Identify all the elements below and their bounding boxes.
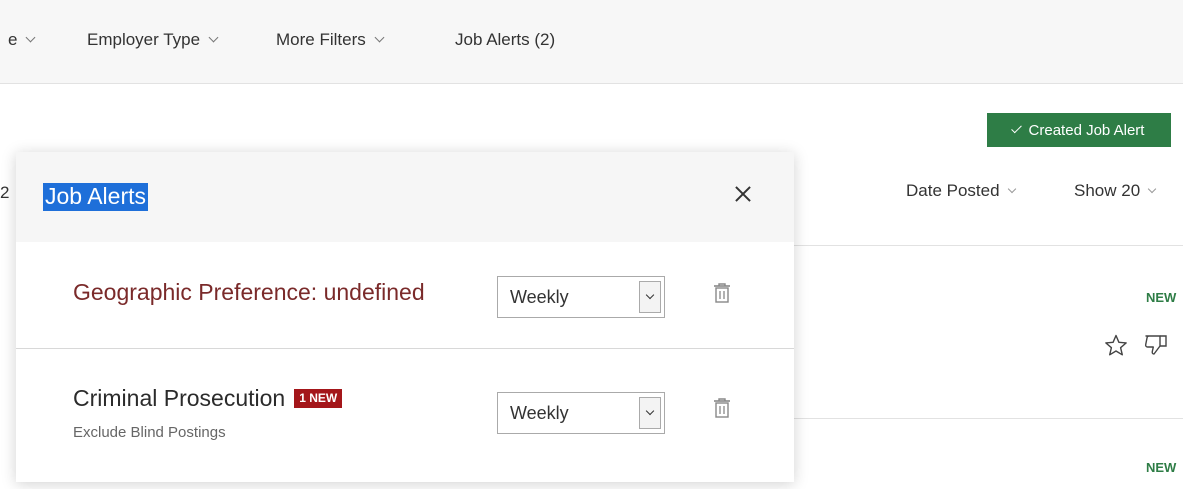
filter-partial-label: e	[8, 30, 18, 49]
chevron-down-icon	[1147, 184, 1157, 193]
filter-partial[interactable]: e	[8, 30, 36, 50]
frequency-select[interactable]: Weekly	[497, 276, 665, 318]
alert-row: Criminal Prosecution 1 NEW Exclude Blind…	[16, 349, 794, 489]
created-job-alert-label: Created Job Alert	[1028, 121, 1145, 139]
close-icon[interactable]	[732, 183, 754, 205]
sort-date-posted[interactable]: Date Posted	[906, 181, 1016, 201]
frequency-value: Weekly	[510, 287, 569, 307]
sort-date-posted-label: Date Posted	[906, 181, 1000, 200]
new-tag: NEW	[1146, 460, 1177, 475]
new-count-badge: 1 NEW	[294, 389, 343, 408]
trash-icon[interactable]	[712, 282, 732, 304]
job-alerts-tab-label: Job Alerts (2)	[455, 30, 556, 49]
filter-employer-type-label: Employer Type	[87, 30, 201, 49]
frequency-select[interactable]: Weekly	[497, 392, 665, 434]
trash-icon[interactable]	[712, 397, 732, 419]
filter-bar: e Employer Type More Filters Job Alerts …	[0, 0, 1183, 84]
show-count-label: Show 20	[1074, 181, 1141, 200]
chevron-down-icon	[639, 281, 661, 313]
alert-name-label: Geographic Preference: undefined	[73, 279, 425, 305]
alert-name-link[interactable]: Criminal Prosecution 1 NEW	[73, 385, 343, 412]
divider	[794, 418, 1183, 419]
alert-name-label: Criminal Prosecution	[73, 385, 286, 411]
modal-header: Job Alerts	[16, 152, 794, 242]
filter-employer-type[interactable]: Employer Type	[87, 30, 219, 50]
chevron-down-icon	[1007, 184, 1016, 193]
job-alerts-tab[interactable]: Job Alerts (2)	[455, 30, 555, 50]
show-count-select[interactable]: Show 20	[1074, 181, 1157, 201]
alert-subtext: Exclude Blind Postings	[73, 424, 226, 441]
created-job-alert-button[interactable]: Created Job Alert	[987, 113, 1171, 147]
modal-title: Job Alerts	[43, 183, 148, 211]
filter-more-filters-label: More Filters	[276, 30, 366, 49]
chevron-down-icon	[26, 32, 36, 43]
frequency-value: Weekly	[510, 403, 569, 423]
chevron-down-icon	[374, 32, 385, 43]
check-icon	[1010, 122, 1022, 134]
chevron-down-icon	[639, 397, 661, 429]
alert-name-link[interactable]: Geographic Preference: undefined	[73, 279, 425, 306]
divider	[794, 245, 1183, 246]
results-count-peek: 2	[0, 183, 10, 202]
job-alerts-modal: Job Alerts Geographic Preference: undefi…	[16, 152, 794, 482]
alert-row: Geographic Preference: undefined Weekly	[16, 242, 794, 348]
thumbs-down-icon[interactable]	[1143, 334, 1169, 356]
filter-more-filters[interactable]: More Filters	[276, 30, 385, 50]
new-tag: NEW	[1146, 290, 1177, 305]
star-icon[interactable]	[1104, 334, 1128, 356]
chevron-down-icon	[208, 32, 219, 43]
